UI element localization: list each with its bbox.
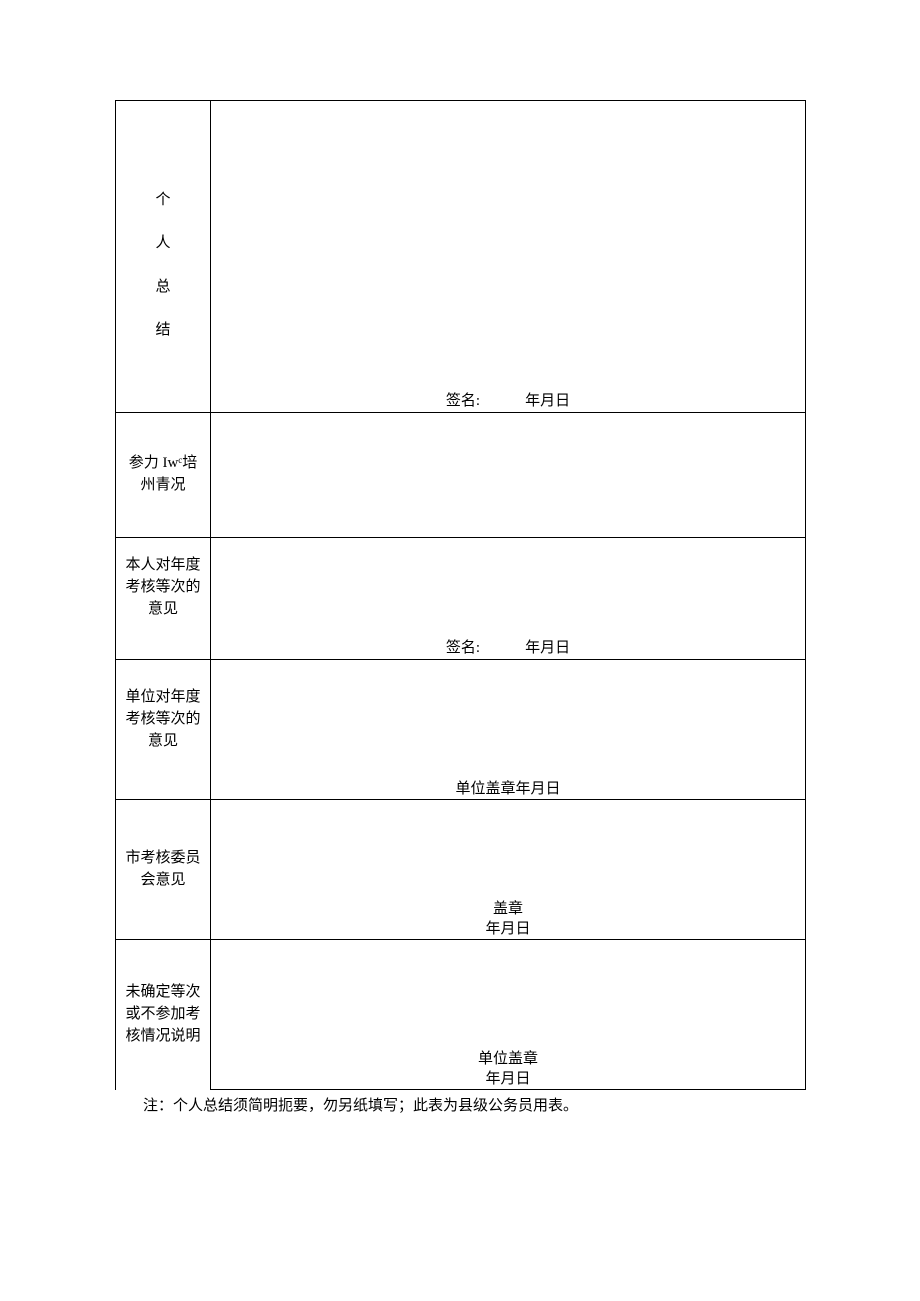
- label-char: 结: [155, 309, 170, 353]
- row-unit-opinion: 单位对年度考核等次的意见: [116, 660, 806, 780]
- content-personal-summary: [211, 101, 806, 391]
- row-self-opinion-sig: 签名: 年月日: [116, 638, 806, 660]
- footer-note: 注：个人总结须简明扼要，勿另纸填写；此表为县级公务员用表。: [115, 1090, 805, 1117]
- label-unconfirmed: 未确定等次或不参加考核情况说明: [116, 940, 211, 1090]
- row-unconfirmed-stamp: 单位盖章: [116, 1050, 806, 1070]
- label-personal-summary: 个 人 总 结: [116, 101, 211, 391]
- row-unconfirmed-date: 年月日: [116, 1070, 806, 1090]
- label-char: 总: [155, 266, 170, 310]
- row-unit-opinion-sig: 单位盖章年月日: [116, 780, 806, 800]
- stamp-line: 盖章: [211, 900, 805, 920]
- content-unconfirmed: [211, 940, 806, 1050]
- signature-line: 签名: 年月日: [211, 392, 805, 412]
- label-committee: 市考核委员会意见: [116, 800, 211, 940]
- assessment-form-table: 个 人 总 结 签名: 年月日 参力 Iwᶜ培州青况: [115, 100, 806, 1090]
- stamp-line: 单位盖章年月日: [211, 780, 805, 800]
- label-training: 参力 Iwᶜ培州青况: [116, 413, 211, 538]
- label-char: 人: [155, 222, 170, 266]
- row-committee: 市考核委员会意见: [116, 800, 806, 900]
- content-training: [211, 413, 806, 538]
- row-committee-stamp: 盖章: [116, 900, 806, 920]
- row-personal-summary: 个 人 总 结: [116, 101, 806, 391]
- label-unit-opinion: 单位对年度考核等次的意见: [116, 660, 211, 780]
- row-unconfirmed: 未确定等次或不参加考核情况说明: [116, 940, 806, 1050]
- row-self-opinion: 本人对年度考核等次的意见: [116, 538, 806, 638]
- label-self-opinion: 本人对年度考核等次的意见: [116, 538, 211, 638]
- date-line: 年月日: [211, 1070, 805, 1090]
- row-committee-date: 年月日: [116, 920, 806, 940]
- stamp-line: 单位盖章: [211, 1050, 805, 1070]
- content-committee: [211, 800, 806, 900]
- date-line: 年月日: [211, 920, 805, 940]
- content-unit-opinion: [211, 660, 806, 780]
- label-char: 个: [155, 179, 170, 223]
- signature-line: 签名: 年月日: [211, 639, 805, 659]
- content-self-opinion: [211, 538, 806, 638]
- row-training: 参力 Iwᶜ培州青况: [116, 413, 806, 538]
- row-personal-summary-sig: 签名: 年月日: [116, 391, 806, 413]
